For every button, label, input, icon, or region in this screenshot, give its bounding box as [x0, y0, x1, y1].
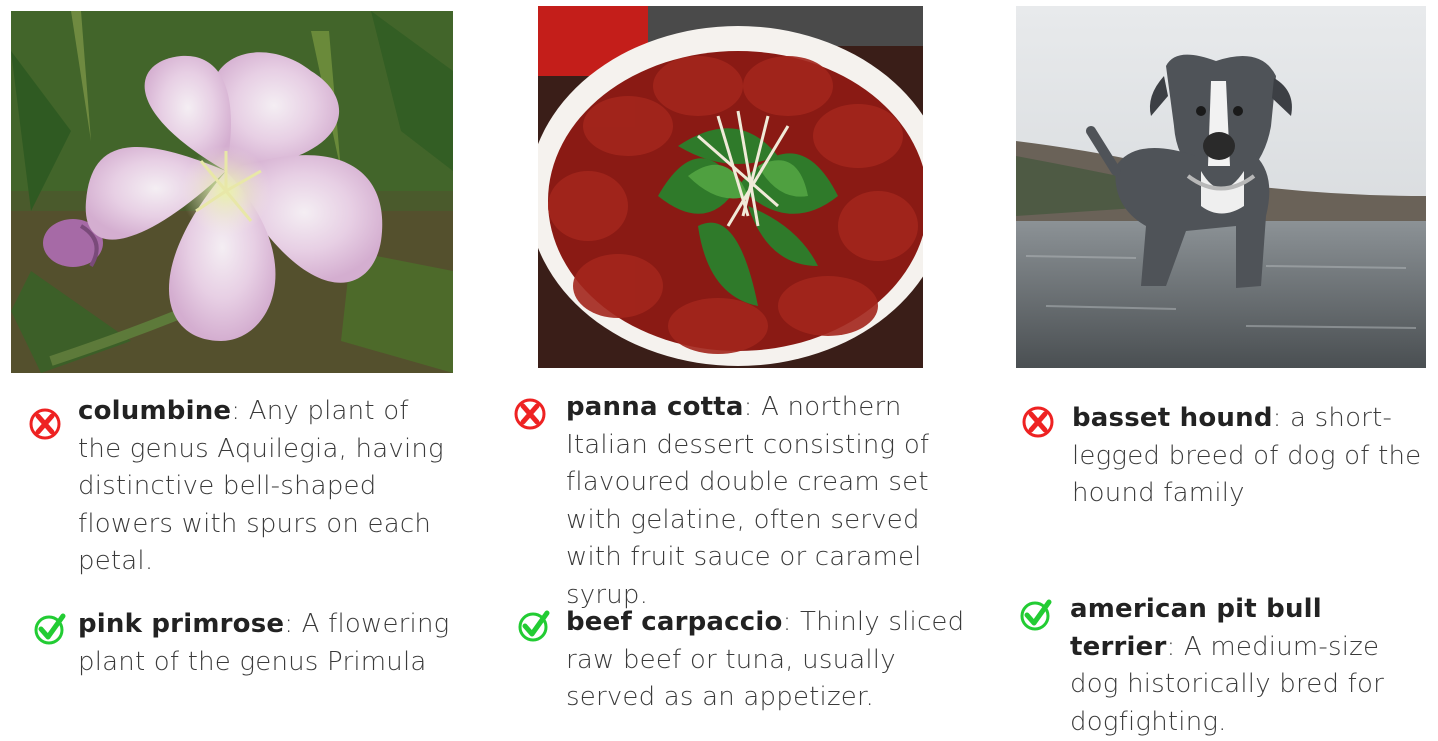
dog-image [1016, 6, 1426, 368]
x-circle-icon [28, 407, 62, 441]
wrong-definition: A northern Italian dessert consisting of… [566, 392, 930, 610]
correct-term: pink primrose [78, 609, 285, 639]
check-circle-icon [1018, 598, 1052, 632]
correct-label-beef-carpaccio: beef carpaccio: Thinly sliced raw beef o… [566, 607, 965, 712]
x-circle-icon [513, 397, 547, 431]
carpaccio-image [538, 6, 923, 368]
correct-term: beef carpaccio [566, 607, 783, 637]
wrong-term: columbine [78, 396, 232, 426]
wrong-label-panna-cotta: panna cotta: A northern Italian dessert … [566, 392, 930, 610]
correct-label-american-pit-bull-terrier: american pit bull terrier: A medium-size… [1070, 594, 1385, 737]
check-circle-icon [516, 609, 550, 643]
wrong-term: basset hound [1072, 403, 1273, 433]
flower-image [11, 11, 453, 373]
correct-label-pink-primrose: pink primrose: A flowering plant of the … [78, 609, 450, 677]
wrong-term: panna cotta [566, 392, 744, 422]
wrong-label-columbine: columbine: Any plant of the genus Aquile… [78, 396, 444, 576]
wrong-label-basset-hound: basset hound: a short-legged breed of do… [1072, 403, 1422, 508]
x-circle-icon [1021, 405, 1055, 439]
check-circle-icon [32, 612, 66, 646]
